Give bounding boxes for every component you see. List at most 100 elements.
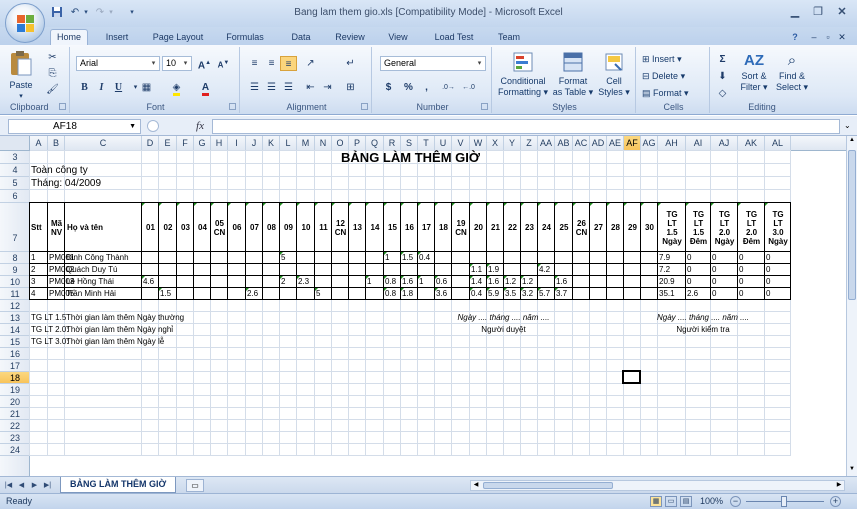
- column-header[interactable]: M: [297, 136, 315, 151]
- tab-view[interactable]: View: [382, 30, 414, 45]
- column-header[interactable]: AC: [573, 136, 590, 151]
- month-label[interactable]: Tháng: 04/2009: [31, 177, 101, 190]
- font-launcher-icon[interactable]: [229, 103, 236, 110]
- row-header[interactable]: 11: [0, 288, 30, 300]
- column-header[interactable]: L: [280, 136, 297, 151]
- align-right-icon[interactable]: ☰: [280, 80, 297, 95]
- row-header[interactable]: 3: [0, 151, 30, 164]
- formula-input[interactable]: [212, 119, 840, 134]
- prev-sheet-icon[interactable]: ◀: [16, 480, 27, 491]
- scroll-up-icon[interactable]: ▲: [848, 137, 856, 146]
- column-header[interactable]: AF: [624, 136, 641, 151]
- legend-code[interactable]: TG LT 2.0:: [31, 324, 69, 336]
- column-header[interactable]: O: [332, 136, 349, 151]
- tab-insert[interactable]: Insert: [100, 30, 134, 45]
- vertical-scrollbar[interactable]: ▲ ▼: [846, 136, 857, 476]
- increase-indent-icon[interactable]: ⇥: [319, 80, 336, 95]
- row-header[interactable]: 21: [0, 408, 30, 420]
- workbook-restore-icon[interactable]: ▫: [822, 30, 834, 45]
- column-header[interactable]: AB: [555, 136, 573, 151]
- row-header[interactable]: 16: [0, 348, 30, 360]
- help-icon[interactable]: ?: [788, 30, 802, 45]
- column-header[interactable]: C: [65, 136, 142, 151]
- legend-description[interactable]: Thời gian làm thêm Ngày thường: [66, 312, 184, 324]
- column-header[interactable]: AL: [765, 136, 791, 151]
- scroll-right-icon[interactable]: ▶: [834, 481, 844, 490]
- formula-bar-toggle-icon[interactable]: [147, 120, 159, 132]
- row-header[interactable]: 17: [0, 360, 30, 372]
- column-header[interactable]: S: [401, 136, 418, 151]
- row-header[interactable]: 22: [0, 420, 30, 432]
- autosum-icon[interactable]: Σ: [714, 52, 731, 67]
- column-header[interactable]: T: [418, 136, 435, 151]
- align-middle-icon[interactable]: ≡: [263, 56, 280, 71]
- column-header[interactable]: U: [435, 136, 452, 151]
- decrease-decimal-icon[interactable]: ←.0: [460, 80, 477, 95]
- sort-filter-button[interactable]: AZ Sort & Filter ▾: [736, 51, 772, 93]
- column-header[interactable]: R: [384, 136, 401, 151]
- legend-description[interactable]: Thời gian làm thêm Ngày nghỉ: [66, 324, 173, 336]
- column-header[interactable]: Q: [366, 136, 384, 151]
- column-header[interactable]: AJ: [711, 136, 738, 151]
- legend-description[interactable]: Thời gian làm thêm Ngày lễ: [66, 336, 164, 348]
- insert-cells-button[interactable]: ⊞ Insert ▾: [642, 54, 706, 65]
- vertical-scroll-thumb[interactable]: [848, 150, 856, 300]
- minimize-icon[interactable]: ▁: [785, 5, 805, 19]
- align-bottom-icon[interactable]: ≡: [280, 56, 297, 71]
- align-left-icon[interactable]: ☰: [246, 80, 263, 95]
- zoom-level[interactable]: 100%: [700, 494, 723, 509]
- number-format-combo[interactable]: General ▾: [380, 56, 486, 71]
- font-color-icon[interactable]: A: [197, 80, 214, 96]
- row-header[interactable]: 10: [0, 276, 30, 288]
- decrease-indent-icon[interactable]: ⇤: [302, 80, 319, 95]
- horizontal-scroll-thumb[interactable]: [483, 482, 613, 489]
- merge-center-icon[interactable]: ⊞: [342, 80, 359, 95]
- zoom-in-icon[interactable]: +: [830, 496, 841, 507]
- shrink-font-icon[interactable]: A▼: [215, 56, 232, 71]
- align-center-icon[interactable]: ☰: [263, 80, 280, 95]
- column-header[interactable]: A: [30, 136, 48, 151]
- column-header[interactable]: J: [246, 136, 263, 151]
- page-layout-view-icon[interactable]: ▭: [665, 496, 677, 507]
- clipboard-launcher-icon[interactable]: [59, 103, 66, 110]
- select-all-corner[interactable]: [0, 136, 30, 151]
- column-header[interactable]: P: [349, 136, 366, 151]
- row-header[interactable]: 14: [0, 324, 30, 336]
- orientation-icon[interactable]: ↗: [302, 56, 319, 71]
- tab-load-test[interactable]: Load Test: [428, 30, 480, 45]
- column-header[interactable]: Z: [521, 136, 538, 151]
- column-header[interactable]: X: [487, 136, 504, 151]
- column-header[interactable]: N: [315, 136, 332, 151]
- row-header[interactable]: 6: [0, 190, 30, 203]
- zoom-out-icon[interactable]: −: [730, 496, 741, 507]
- tab-team[interactable]: Team: [490, 30, 528, 45]
- legend-code[interactable]: TG LT 3.0:: [31, 336, 69, 348]
- company-label[interactable]: Toàn công ty: [31, 164, 88, 177]
- last-sheet-icon[interactable]: ▶|: [42, 480, 53, 491]
- column-header[interactable]: Y: [504, 136, 521, 151]
- row-header[interactable]: 19: [0, 384, 30, 396]
- grow-font-icon[interactable]: A▲: [196, 56, 213, 71]
- format-as-table-button[interactable]: Format as Table ▾: [552, 51, 594, 98]
- delete-cells-button[interactable]: ⊟ Delete ▾: [642, 71, 706, 82]
- workbook-close-icon[interactable]: ✕: [836, 30, 848, 45]
- format-cells-button[interactable]: ▤ Format ▾: [642, 88, 706, 99]
- clear-icon[interactable]: ◇: [714, 86, 731, 101]
- row-header[interactable]: 15: [0, 336, 30, 348]
- column-header[interactable]: AA: [538, 136, 555, 151]
- row-header[interactable]: 4: [0, 164, 30, 177]
- column-header[interactable]: AG: [641, 136, 658, 151]
- expand-formula-bar-icon[interactable]: ⌄: [844, 121, 851, 130]
- paste-button[interactable]: Paste ▾: [6, 49, 36, 100]
- column-header[interactable]: AD: [590, 136, 607, 151]
- cell-styles-button[interactable]: Cell Styles ▾: [594, 51, 634, 98]
- tab-home[interactable]: Home: [50, 29, 88, 45]
- row-header[interactable]: 13: [0, 312, 30, 324]
- column-header[interactable]: AH: [658, 136, 686, 151]
- horizontal-scrollbar[interactable]: ◀ ▶: [470, 480, 845, 491]
- row-header[interactable]: 5: [0, 177, 30, 190]
- row-header[interactable]: 18: [0, 372, 30, 384]
- column-header[interactable]: D: [142, 136, 159, 151]
- currency-icon[interactable]: $: [380, 80, 397, 95]
- row-header[interactable]: 20: [0, 396, 30, 408]
